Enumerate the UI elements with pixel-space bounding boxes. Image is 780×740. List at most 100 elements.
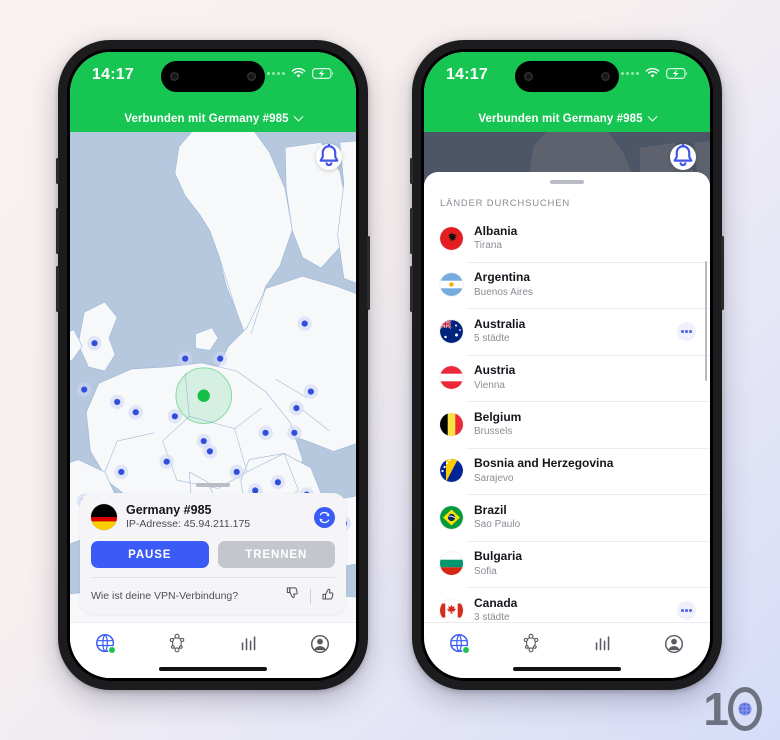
volume-down-button-right[interactable] [410,266,413,312]
power-button-right[interactable] [721,236,724,310]
more-options-button[interactable] [677,321,696,341]
face-id-sensor-icon [601,72,610,81]
watermark-dot [738,702,752,716]
list-item-text: Australia 5 städte [474,317,525,346]
status-indicators [267,66,334,79]
tab-profile[interactable] [297,629,343,659]
volume-up-button[interactable] [56,208,59,254]
phone-screen-left: 14:17 Verbunden mit Germany #985 Germany… [70,52,356,678]
wifi-icon [645,68,660,78]
power-button[interactable] [367,236,370,310]
list-item[interactable]: Belgium Brussels [424,401,710,448]
list-scrollbar[interactable] [704,261,707,381]
volume-down-button[interactable] [56,266,59,312]
watermark-one: 1 [703,683,729,735]
silent-switch[interactable] [56,158,59,184]
status-bar: 14:17 [70,52,356,110]
country-name: Canada [474,595,518,610]
face-id-sensor-icon [247,72,256,81]
list-item[interactable]: Argentina Buenos Aires [424,261,710,309]
volume-up-button-right[interactable] [410,208,413,254]
notifications-button[interactable] [316,144,342,170]
list-item-text: Canada 3 städte [474,596,517,622]
country-sub: Brussels [474,426,513,438]
list-item[interactable]: Brazil Sao Paulo [424,494,710,541]
country-sub: Buenos Aires [474,286,533,298]
flag-germany-icon [91,504,117,531]
list-item[interactable]: Canada 3 städte [424,587,710,622]
country-sub: 5 städte [474,333,510,345]
country-name: Brazil [474,502,507,517]
list-item[interactable]: Australia 5 städte [424,308,710,355]
status-clock: 14:17 [92,66,134,83]
front-camera-icon [170,72,179,81]
dynamic-island [161,61,265,92]
bell-icon [319,144,339,167]
server-ip: IP-Adresse: 45.94.211.175 [126,518,251,531]
list-item-text: Argentina Buenos Aires [474,270,533,299]
sheet-drag-handle-right[interactable] [550,180,584,184]
tab-vpn[interactable] [437,629,483,659]
country-list[interactable]: Albania Tirana Argentina Buenos Aires Au… [424,215,710,622]
flag-brazil-icon [440,505,463,529]
thumbs-down-button[interactable] [286,586,301,606]
country-name: Austria [474,363,516,378]
thumbs-up-button[interactable] [320,586,335,606]
home-indicator-right [513,666,621,671]
mesh-network-icon [523,633,539,652]
country-name: Albania [474,223,518,238]
list-item[interactable]: Albania Tirana [424,215,710,262]
sheet-handle-row-right[interactable] [424,172,710,190]
watermark-zero [728,687,762,731]
flag-albania-icon [440,226,463,250]
tab-mesh[interactable] [508,629,554,659]
connection-banner-label: Verbunden mit Germany #985 [124,113,289,125]
flag-bulgaria-icon [440,552,463,576]
status-clock-right: 14:17 [446,66,488,83]
list-item[interactable]: Bulgaria Sofia [424,540,710,588]
connection-card: Germany #985 IP-Adresse: 45.94.211.175 P… [80,492,346,614]
country-sub: 3 städte [474,612,510,622]
bell-icon [673,144,693,167]
reconnect-button[interactable] [314,506,335,528]
bar-chart-icon [241,635,256,650]
list-item-text: Brazil Sao Paulo [474,503,520,532]
watermark-logo: 1 [703,686,762,732]
more-options-button[interactable] [677,600,696,620]
sheet-title: LÄNDER DURCHSUCHEN [440,198,570,209]
connection-banner[interactable]: Verbunden mit Germany #985 [70,110,356,132]
tab-profile[interactable] [651,629,697,659]
flag-bosnia-icon [440,459,463,483]
battery-charging-icon [666,68,688,79]
account-icon [311,634,330,653]
country-sub: Sao Paulo [474,519,521,531]
sheet-drag-handle[interactable] [196,482,230,487]
list-item-text: Belgium Brussels [474,410,521,439]
sheet-handle-row[interactable] [80,477,346,493]
country-name: Australia [474,316,526,331]
country-name: Belgium [474,409,522,424]
tab-vpn[interactable] [83,629,129,659]
list-item[interactable]: Bosnia and Herzegovina Sarajevo [424,447,710,495]
status-bar-right: 14:17 [424,52,710,110]
phone-right: 14:17 Verbunden mit Germany #985 LÄNDER … [410,40,724,690]
front-camera-icon [524,72,533,81]
tab-stats[interactable] [226,629,272,659]
connection-actions: PAUSE TRENNEN [91,541,335,568]
list-item[interactable]: Austria Vienna [424,354,710,402]
list-item-text: Albania Tirana [474,224,517,253]
silent-switch-right[interactable] [410,158,413,184]
disconnect-button[interactable]: TRENNEN [217,541,335,568]
tab-stats[interactable] [580,629,626,659]
country-picker-sheet: LÄNDER DURCHSUCHEN Albania Tirana Argent… [424,172,710,622]
list-item-text: Bosnia and Herzegovina Sarajevo [474,456,613,485]
notifications-button-right[interactable] [670,144,696,170]
chevron-down-icon [647,111,658,122]
pause-button[interactable]: PAUSE [91,541,209,568]
connection-banner-right[interactable]: Verbunden mit Germany #985 [424,110,710,132]
country-name: Bosnia and Herzegovina [474,456,614,471]
feedback-row: Wie ist deine VPN-Verbindung? [91,577,335,606]
server-name: Germany #985 [126,502,212,517]
tab-mesh[interactable] [154,629,200,659]
signal-dots-icon [621,72,639,75]
